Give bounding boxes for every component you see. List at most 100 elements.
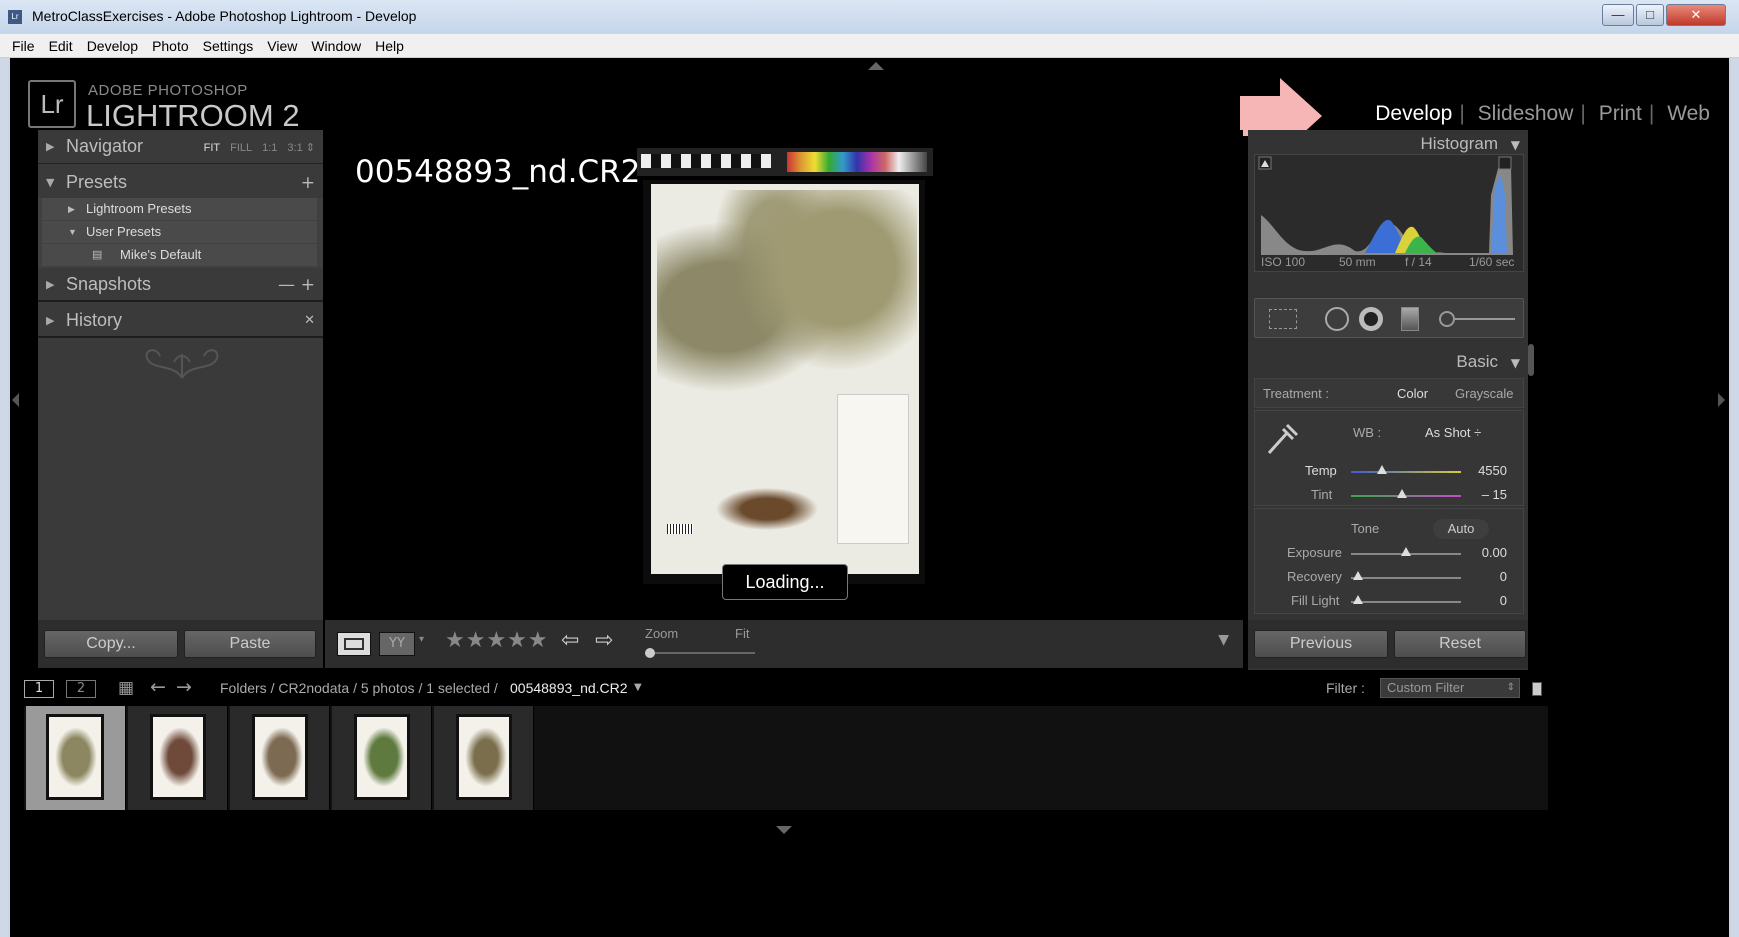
toolbar-options-chevron-icon[interactable]: ▼ [1218,632,1229,648]
filmstrip-thumbnail[interactable] [128,706,228,810]
forward-arrow-icon[interactable]: → [176,676,192,698]
title-bar: Lr MetroClassExercises - Adobe Photoshop… [0,0,1739,34]
presets-header[interactable]: ▼ Presets + [38,166,323,200]
red-eye-tool-icon[interactable] [1359,307,1383,331]
tint-value[interactable]: – 15 [1467,487,1507,502]
zoom-slider[interactable] [645,652,755,654]
before-after-view-icon[interactable]: YY [379,632,415,656]
exif-focal-length: 50 mm [1339,255,1376,269]
module-print[interactable]: Print [1599,102,1642,125]
preset-folder-lightroom[interactable]: ▶ Lightroom Presets [42,198,317,220]
snapshots-header[interactable]: ▶ Snapshots — + [38,268,323,302]
presets-label: Presets [66,172,128,192]
main-window-button[interactable]: 1 [24,680,54,698]
star-rating[interactable]: ★★★★★ [445,628,549,653]
history-header[interactable]: ▶ History ✕ [38,304,323,338]
filmstrip-thumbnail[interactable] [26,706,126,810]
nav-3to1[interactable]: 3:1 ⇕ [287,142,315,154]
basic-label: Basic [1456,352,1498,371]
fill-light-value[interactable]: 0 [1467,593,1507,608]
clear-history-button[interactable]: ✕ [304,313,315,328]
bottom-panel-toggle-icon[interactable] [776,826,792,834]
preset-item[interactable]: ▤ Mike's Default [42,244,317,266]
filmstrip-thumbnail[interactable] [434,706,534,810]
nav-1to1[interactable]: 1:1 [262,142,277,154]
right-panel-footer: Previous Reset [1248,620,1528,668]
left-panel-toggle-icon[interactable] [12,393,19,407]
fill-light-slider[interactable] [1351,601,1461,603]
filter-lock-icon[interactable] [1532,682,1542,696]
nav-fit[interactable]: FIT [204,142,221,154]
snapshots-label: Snapshots [66,274,152,294]
filter-select[interactable]: Custom Filter ⇕ [1380,678,1520,698]
adjustment-brush-tool-icon[interactable] [1439,311,1455,327]
top-panel-toggle-icon[interactable] [868,62,884,70]
minimize-button[interactable]: — [1602,4,1634,26]
tint-slider-knob[interactable] [1397,489,1407,498]
next-photo-icon[interactable]: ⇨ [595,628,613,653]
treatment-grayscale-button[interactable]: Grayscale [1455,386,1514,401]
filter-label: Filter : [1326,680,1365,696]
right-panel-toggle-icon[interactable] [1718,393,1725,407]
temp-slider[interactable] [1351,471,1461,473]
eyedropper-icon[interactable] [1265,419,1299,457]
fill-light-slider-knob[interactable] [1353,595,1363,604]
graduated-filter-tool-icon[interactable] [1401,307,1419,331]
previous-photo-icon[interactable]: ⇦ [561,628,579,653]
menu-develop[interactable]: Develop [80,34,145,58]
selected-filename[interactable]: 00548893_nd.CR2 [510,680,628,696]
second-window-button[interactable]: 2 [66,680,96,698]
copy-settings-button[interactable]: Copy... [44,630,178,658]
grid-view-icon[interactable]: ▦ [118,678,134,698]
panel-end-ornament-icon [145,349,219,379]
reset-button[interactable]: Reset [1394,630,1526,658]
previous-settings-button[interactable]: Previous [1254,630,1388,658]
temp-value[interactable]: 4550 [1467,463,1507,478]
panel-scrollbar[interactable] [1528,344,1534,376]
spot-removal-tool-icon[interactable] [1325,307,1349,331]
collapse-arrow-icon[interactable]: ▼ [1511,138,1520,152]
menu-window[interactable]: Window [304,34,368,58]
chevron-down-icon[interactable]: ▼ [634,682,642,693]
chevron-down-icon[interactable]: ▾ [419,634,424,645]
develop-toolbar: YY ▾ ★★★★★ ⇦ ⇨ Zoom Fit ▼ [325,620,1243,668]
crop-tool-icon[interactable] [1269,309,1297,329]
collapse-arrow-icon[interactable]: ▼ [1511,356,1520,370]
module-web[interactable]: Web [1667,102,1710,125]
histogram[interactable]: ISO 100 50 mm f / 14 1/60 sec [1254,154,1524,272]
nav-fill[interactable]: FILL [230,142,252,154]
auto-tone-button[interactable]: Auto [1433,519,1489,539]
treatment-color-button[interactable]: Color [1397,386,1428,401]
module-develop[interactable]: Develop [1375,102,1452,125]
loupe-view-icon[interactable] [337,632,371,656]
temp-slider-knob[interactable] [1377,465,1387,474]
navigator-header[interactable]: ▶ Navigator FIT FILL 1:1 3:1 ⇕ [38,130,323,164]
recovery-slider[interactable] [1351,577,1461,579]
menu-view[interactable]: View [260,34,304,58]
exposure-slider-knob[interactable] [1401,547,1411,556]
module-slideshow[interactable]: Slideshow [1478,102,1574,125]
close-button[interactable]: ✕ [1666,4,1726,26]
zoom-slider-knob[interactable] [645,648,655,658]
preset-folder-user[interactable]: ▼ User Presets [42,221,317,243]
add-preset-button[interactable]: + [301,173,315,193]
menu-file[interactable]: File [5,34,42,58]
filmstrip-thumbnail[interactable] [230,706,330,810]
app-icon: Lr [8,10,22,24]
menu-photo[interactable]: Photo [145,34,196,58]
menu-help[interactable]: Help [368,34,411,58]
wb-preset-select[interactable]: As Shot ÷ [1425,425,1481,440]
maximize-button[interactable]: □ [1636,4,1664,26]
filmstrip-thumbnail[interactable] [332,706,432,810]
recovery-value[interactable]: 0 [1467,569,1507,584]
tint-label: Tint [1311,487,1333,502]
add-snapshot-button[interactable]: + [301,275,315,295]
paste-settings-button[interactable]: Paste [184,630,316,658]
menu-edit[interactable]: Edit [42,34,80,58]
menu-settings[interactable]: Settings [196,34,261,58]
exposure-value[interactable]: 0.00 [1467,545,1507,560]
folder-path[interactable]: Folders / CR2nodata / 5 photos / 1 selec… [220,680,498,696]
recovery-slider-knob[interactable] [1353,571,1363,580]
remove-snapshot-button[interactable]: — [278,275,295,295]
back-arrow-icon[interactable]: ← [150,676,166,698]
